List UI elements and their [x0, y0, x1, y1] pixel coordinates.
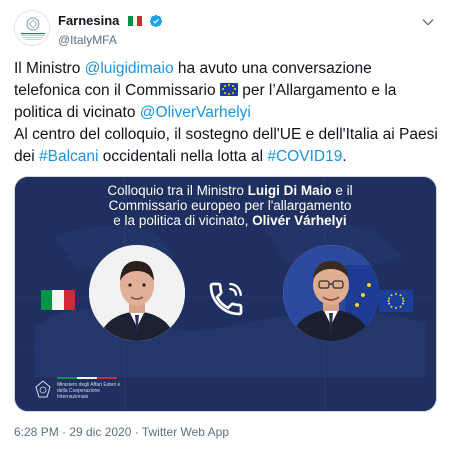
name-di-maio: Luigi Di Maio: [247, 183, 332, 198]
verified-badge-icon: [150, 14, 163, 27]
phone-icon: [209, 282, 243, 316]
name-varhelyi: Olivér Várhelyi: [252, 213, 347, 228]
chevron-down-icon[interactable]: [420, 14, 436, 30]
card-title-text: Colloquio tra il Ministro: [107, 183, 248, 198]
hashtag-covid19[interactable]: #COVID19: [267, 148, 342, 165]
ministry-logo-text: Ministero degli Affari Esteri e della Co…: [57, 382, 121, 400]
tweet-text-segment: Il Ministro: [14, 60, 85, 77]
card-title-text: e la politica di vicinato,: [113, 213, 253, 228]
avatar[interactable]: [14, 10, 50, 46]
eu-flag-icon: [379, 290, 413, 312]
tweet-text: Il Ministro @luigidimaio ha avuto una co…: [14, 58, 438, 168]
portrait-varhelyi: [283, 245, 379, 341]
portrait-di-maio: [89, 245, 185, 341]
eu-flag-icon: [219, 83, 238, 96]
italy-flag-icon: [127, 15, 142, 26]
italy-flag-icon: [41, 290, 75, 310]
tweet-text-segment: occidentali nella lotta al: [98, 148, 268, 165]
mention-luigidimaio[interactable]: @luigidimaio: [85, 60, 174, 77]
tweet-header: Farnesina @ItalyMFA: [14, 8, 436, 48]
card-title: Colloquio tra il Ministro Luigi Di Maio …: [45, 183, 415, 228]
emblem-icon: [35, 380, 51, 398]
logo-tricolor-stripe: [57, 377, 117, 379]
handle[interactable]: @ItalyMFA: [58, 33, 163, 47]
mention-olivervarhelyi[interactable]: @OliverVarhelyi: [140, 104, 251, 121]
media-card[interactable]: Colloquio tra il Ministro Luigi Di Maio …: [14, 176, 437, 412]
tweet-text-segment: .: [342, 148, 347, 165]
display-name[interactable]: Farnesina: [58, 13, 119, 28]
hashtag-balcani[interactable]: #Balcani: [39, 148, 98, 165]
card-title-line2: Commissario europeo per l'allargamento: [108, 198, 352, 213]
card-title-text: e il: [331, 183, 353, 198]
tweet-meta[interactable]: 6:28 PM · 29 dic 2020 · Twitter Web App: [14, 425, 229, 439]
